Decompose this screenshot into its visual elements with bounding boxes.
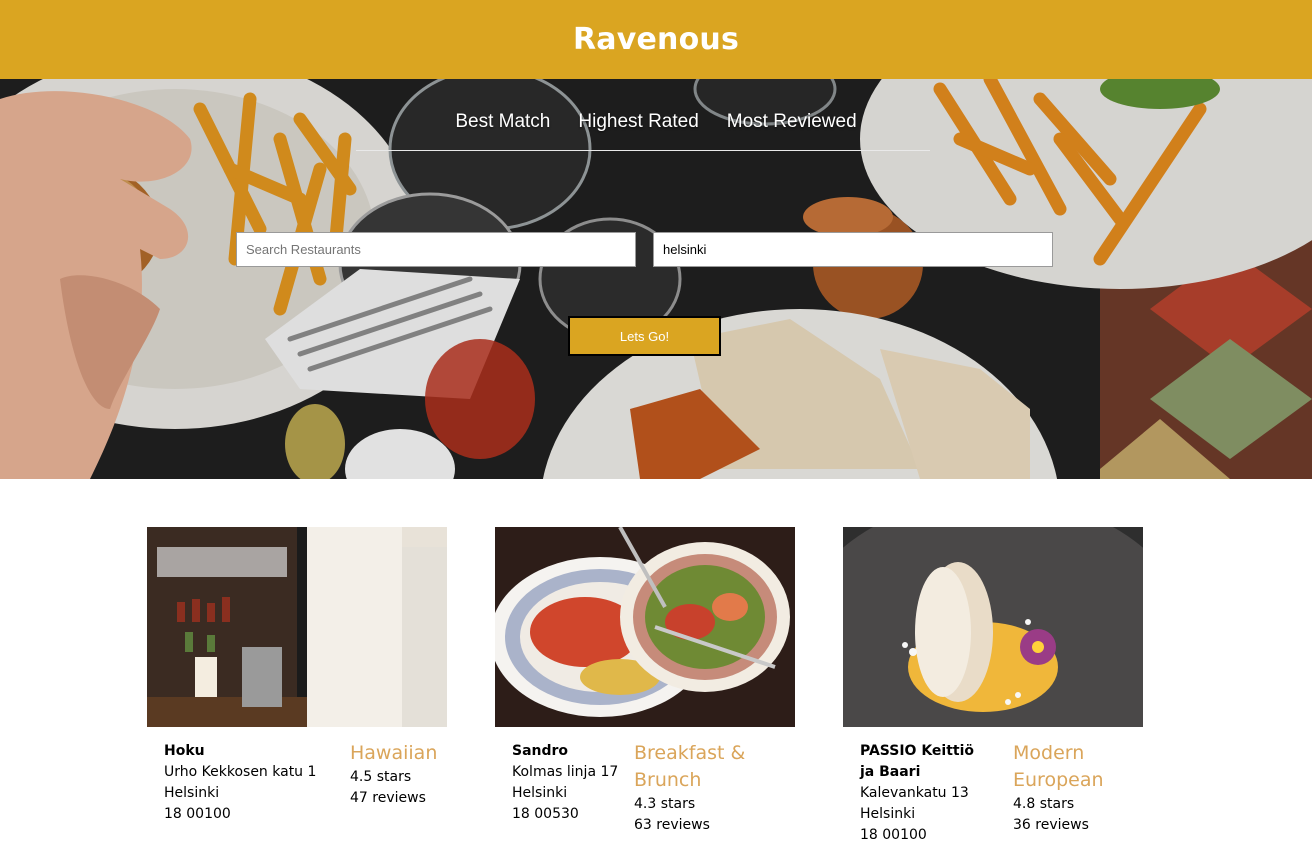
business-rating: 4.3 stars: [634, 796, 696, 812]
business-review-count: 36 reviews: [1013, 817, 1089, 833]
street-address: Kolmas linja 17: [512, 764, 619, 780]
business-image: [495, 527, 795, 727]
street-address: Kalevankatu 13: [860, 785, 969, 801]
business-card: PASSIO Keittiö ja Baari Kalevankatu 13 H…: [843, 527, 1143, 847]
city: Helsinki: [860, 806, 916, 822]
business-review-count: 63 reviews: [634, 817, 710, 833]
app-header: Ravenous: [0, 0, 1312, 79]
sort-option-most-reviewed[interactable]: Most Reviewed: [713, 111, 871, 133]
business-reviews: Hawaiian 4.5 stars 47 reviews: [350, 740, 460, 809]
lets-go-button[interactable]: Lets Go!: [568, 316, 721, 356]
sort-option-highest-rated[interactable]: Highest Rated: [564, 111, 712, 133]
business-reviews: Modern European 4.8 stars 36 reviews: [1013, 740, 1138, 836]
business-name: Hoku: [164, 743, 205, 759]
hero-background-image: [0, 79, 1312, 479]
business-name: PASSIO Keittiö ja Baari: [860, 743, 975, 780]
zip-code: 18 00100: [164, 806, 231, 822]
search-restaurants-input[interactable]: [236, 232, 636, 267]
business-address: PASSIO Keittiö ja Baari Kalevankatu 13 H…: [860, 741, 985, 846]
business-card: Sandro Kolmas linja 17 Helsinki 18 00530…: [495, 527, 795, 847]
business-review-count: 47 reviews: [350, 790, 426, 806]
location-input[interactable]: [653, 232, 1053, 267]
business-name: Sandro: [512, 743, 569, 759]
business-rating: 4.8 stars: [1013, 796, 1075, 812]
zip-code: 18 00100: [860, 827, 927, 843]
business-category: Hawaiian: [350, 742, 438, 764]
business-image: [843, 527, 1143, 727]
sort-option-best-match[interactable]: Best Match: [441, 111, 564, 133]
city: Helsinki: [512, 785, 568, 801]
business-reviews: Breakfast & Brunch 4.3 stars 63 reviews: [634, 740, 769, 836]
city: Helsinki: [164, 785, 220, 801]
business-category: Breakfast & Brunch: [634, 742, 746, 791]
business-card: Hoku Urho Kekkosen katu 1 Helsinki 18 00…: [147, 527, 447, 847]
search-bar-hero: Best Match Highest Rated Most Reviewed L…: [0, 79, 1312, 479]
sort-options: Best Match Highest Rated Most Reviewed: [0, 111, 1312, 133]
zip-code: 18 00530: [512, 806, 579, 822]
app-title: Ravenous: [572, 22, 740, 57]
business-address: Sandro Kolmas linja 17 Helsinki 18 00530: [512, 741, 622, 825]
street-address: Urho Kekkosen katu 1: [164, 764, 317, 780]
business-address: Hoku Urho Kekkosen katu 1 Helsinki 18 00…: [164, 741, 316, 825]
business-image: [147, 527, 447, 727]
sort-options-divider: [356, 150, 930, 151]
business-rating: 4.5 stars: [350, 769, 412, 785]
business-category: Modern European: [1013, 742, 1104, 791]
